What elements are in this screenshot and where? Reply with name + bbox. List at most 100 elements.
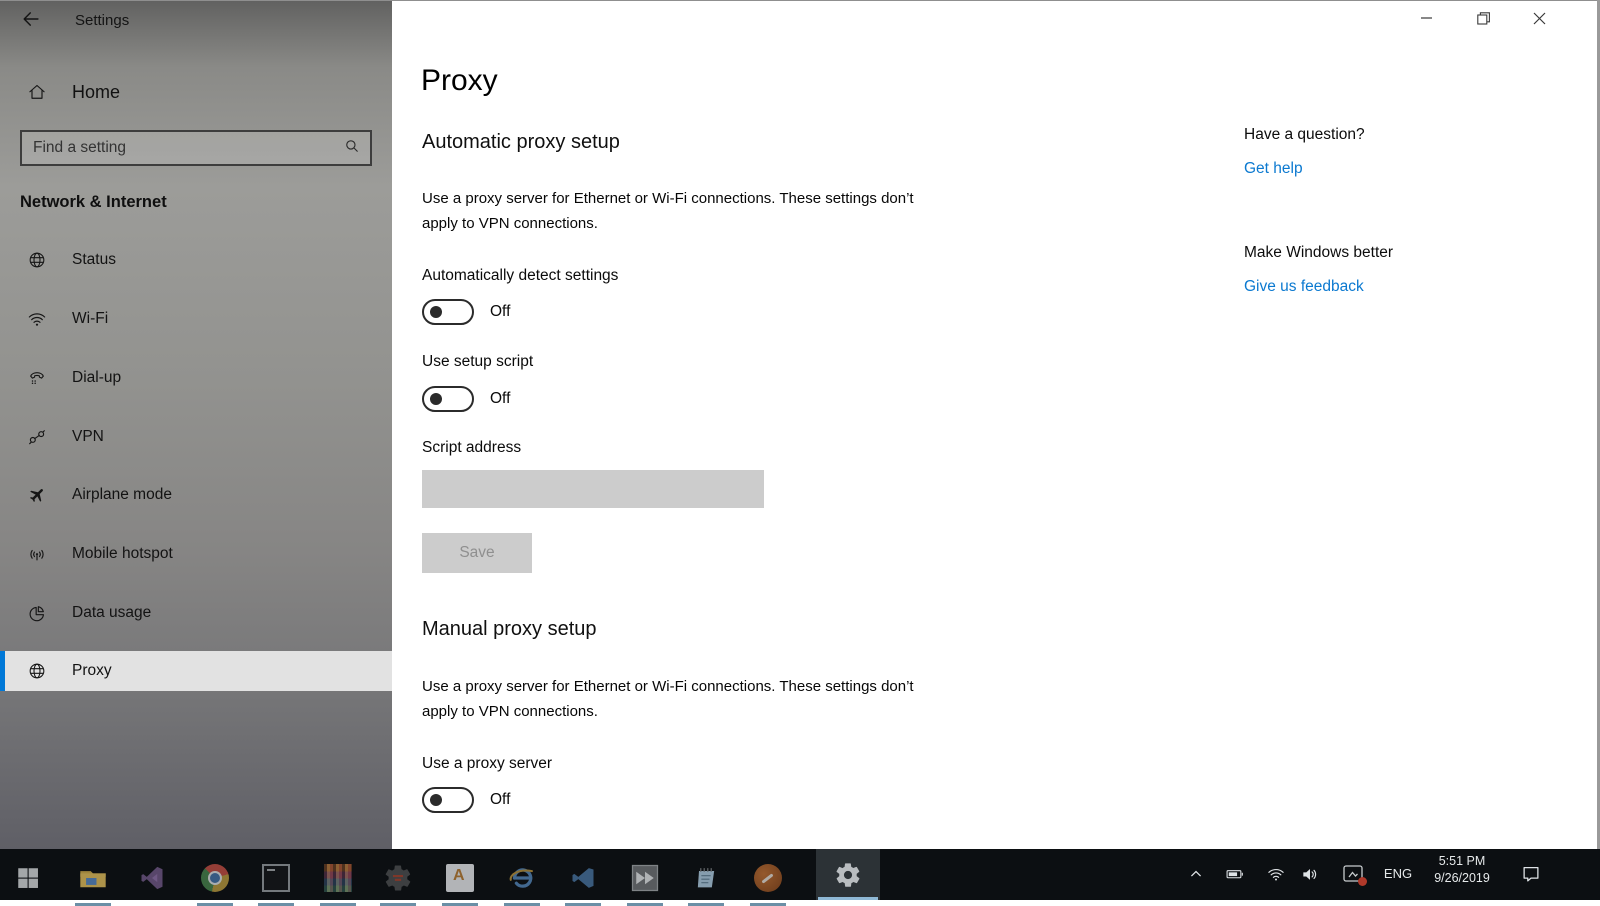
- globe-icon: [27, 661, 47, 681]
- sidebar-item-dialup[interactable]: Dial-up: [0, 358, 392, 398]
- taskbar-archive-manager-icon[interactable]: [318, 858, 358, 906]
- automatic-proxy-heading: Automatic proxy setup: [422, 131, 620, 153]
- save-button[interactable]: Save: [422, 533, 532, 573]
- toggle-knob: [430, 306, 442, 318]
- minimize-button[interactable]: [1404, 3, 1450, 33]
- taskbar-media-forward-icon[interactable]: [625, 858, 665, 906]
- orange-tool-icon: [754, 864, 782, 892]
- sidebar-item-data-usage[interactable]: Data usage: [0, 593, 392, 633]
- airplane-icon: [27, 485, 47, 505]
- use-proxy-server-toggle[interactable]: [422, 787, 474, 813]
- windows-logo-icon: [18, 868, 38, 888]
- page-title: Proxy: [421, 64, 498, 97]
- action-center-icon: [1523, 866, 1539, 882]
- tray-volume-icon[interactable]: [1300, 864, 1320, 884]
- proxy-settings-page: Proxy Automatic proxy setup Use a proxy …: [392, 0, 1600, 849]
- back-arrow-icon: [20, 8, 42, 35]
- get-help-link[interactable]: Get help: [1244, 160, 1303, 178]
- fast-forward-icon: [631, 864, 659, 892]
- home-label: Home: [72, 81, 121, 102]
- taskbar-command-prompt-icon[interactable]: [256, 858, 296, 906]
- taskbar-screwdriver-tool-icon[interactable]: [748, 858, 788, 906]
- home-icon: [27, 82, 47, 102]
- tray-battery-icon[interactable]: [1224, 864, 1246, 884]
- sidebar-item-proxy[interactable]: Proxy: [0, 651, 392, 691]
- search-icon[interactable]: [343, 137, 361, 160]
- setup-script-toggle[interactable]: [422, 386, 474, 412]
- dark-gear-icon: [385, 865, 411, 891]
- toggle-knob: [430, 393, 442, 405]
- give-us-feedback-link[interactable]: Give us feedback: [1244, 278, 1364, 296]
- vpn-icon: [27, 427, 47, 447]
- use-proxy-server-label: Use a proxy server: [422, 755, 553, 772]
- pie-chart-icon: [27, 603, 47, 623]
- use-proxy-server-state: Off: [490, 791, 511, 808]
- taskbar-internet-explorer-icon[interactable]: [502, 858, 542, 906]
- sidebar-section-heading: Network & Internet: [20, 193, 167, 211]
- notification-badge: [1358, 877, 1367, 886]
- desktop-screen: Settings Home Network & Internet Status: [0, 0, 1600, 906]
- hotspot-icon: [27, 544, 47, 564]
- window-top-border: [0, 0, 1600, 1]
- tray-clock[interactable]: 5:51 PM 9/26/2019: [1408, 853, 1516, 887]
- taskbar-java-ide-icon[interactable]: [378, 858, 418, 906]
- tray-time: 5:51 PM: [1438, 854, 1486, 868]
- taskbar-visual-studio-icon[interactable]: [132, 858, 172, 898]
- have-a-question-heading: Have a question?: [1244, 126, 1365, 143]
- settings-search-box[interactable]: [20, 130, 372, 166]
- taskbar-file-explorer-icon[interactable]: [73, 858, 113, 906]
- sidebar-item-wifi[interactable]: Wi-Fi: [0, 299, 392, 339]
- script-address-input[interactable]: [422, 470, 764, 508]
- terminal-window-icon: [262, 864, 290, 892]
- sidebar-item-home[interactable]: Home: [0, 74, 392, 110]
- sidebar-item-vpn[interactable]: VPN: [0, 417, 392, 457]
- toggle-knob: [430, 794, 442, 806]
- archive-books-icon: [324, 864, 352, 892]
- manual-proxy-heading: Manual proxy setup: [422, 618, 597, 640]
- detect-settings-toggle[interactable]: [422, 299, 474, 325]
- speaker-icon: [1303, 869, 1317, 880]
- sidebar-titlebar: Settings: [0, 0, 392, 40]
- close-icon: [1533, 12, 1545, 24]
- search-input[interactable]: [31, 138, 343, 158]
- close-button[interactable]: [1516, 3, 1562, 33]
- back-button[interactable]: [18, 8, 44, 34]
- sidebar-item-mobile-hotspot[interactable]: Mobile hotspot: [0, 534, 392, 574]
- taskbar-settings-icon-active[interactable]: [816, 849, 880, 900]
- taskbar-notepad-icon[interactable]: [686, 858, 726, 906]
- settings-sidebar: Settings Home Network & Internet Status: [0, 0, 392, 849]
- taskbar: ENG 5:51 PM 9/26/2019: [0, 849, 1600, 906]
- start-button[interactable]: [8, 858, 48, 898]
- make-windows-better-heading: Make Windows better: [1244, 244, 1394, 261]
- taskbar-vs-code-icon[interactable]: [563, 858, 603, 906]
- action-center-button[interactable]: [1520, 863, 1542, 885]
- document-a-icon: [446, 864, 474, 892]
- automatic-proxy-description: Use a proxy server for Ethernet or Wi-Fi…: [422, 190, 914, 232]
- detect-settings-state: Off: [490, 303, 511, 320]
- vscode-logo-icon: [572, 868, 594, 888]
- wifi-icon: [27, 309, 47, 329]
- sidebar-item-status[interactable]: Status: [0, 240, 392, 280]
- phone-icon: [27, 368, 47, 388]
- ie-logo-icon: [509, 868, 533, 888]
- taskbar-text-editor-icon[interactable]: [440, 858, 480, 906]
- globe-icon: [27, 250, 47, 270]
- setup-script-label: Use setup script: [422, 353, 534, 370]
- sidebar-item-airplane-mode[interactable]: Airplane mode: [0, 475, 392, 515]
- restore-down-icon: [1476, 11, 1490, 25]
- restore-button[interactable]: [1460, 3, 1506, 33]
- taskbar-chrome-icon[interactable]: [195, 858, 235, 906]
- tray-notification-app-icon[interactable]: [1341, 863, 1367, 886]
- manual-proxy-description: Use a proxy server for Ethernet or Wi-Fi…: [422, 678, 914, 720]
- chevron-up-icon: [1190, 870, 1202, 877]
- window-title: Settings: [75, 12, 130, 29]
- tray-date: 9/26/2019: [1434, 871, 1490, 885]
- tray-hidden-icons-chevron[interactable]: [1186, 864, 1206, 884]
- detect-settings-label: Automatically detect settings: [422, 267, 619, 284]
- notepad-icon: [697, 868, 715, 888]
- script-address-label: Script address: [422, 439, 522, 456]
- minimize-icon: [1421, 17, 1432, 19]
- tray-wifi-icon[interactable]: [1266, 864, 1286, 884]
- setup-script-state: Off: [490, 390, 511, 407]
- chrome-logo-icon: [201, 864, 229, 892]
